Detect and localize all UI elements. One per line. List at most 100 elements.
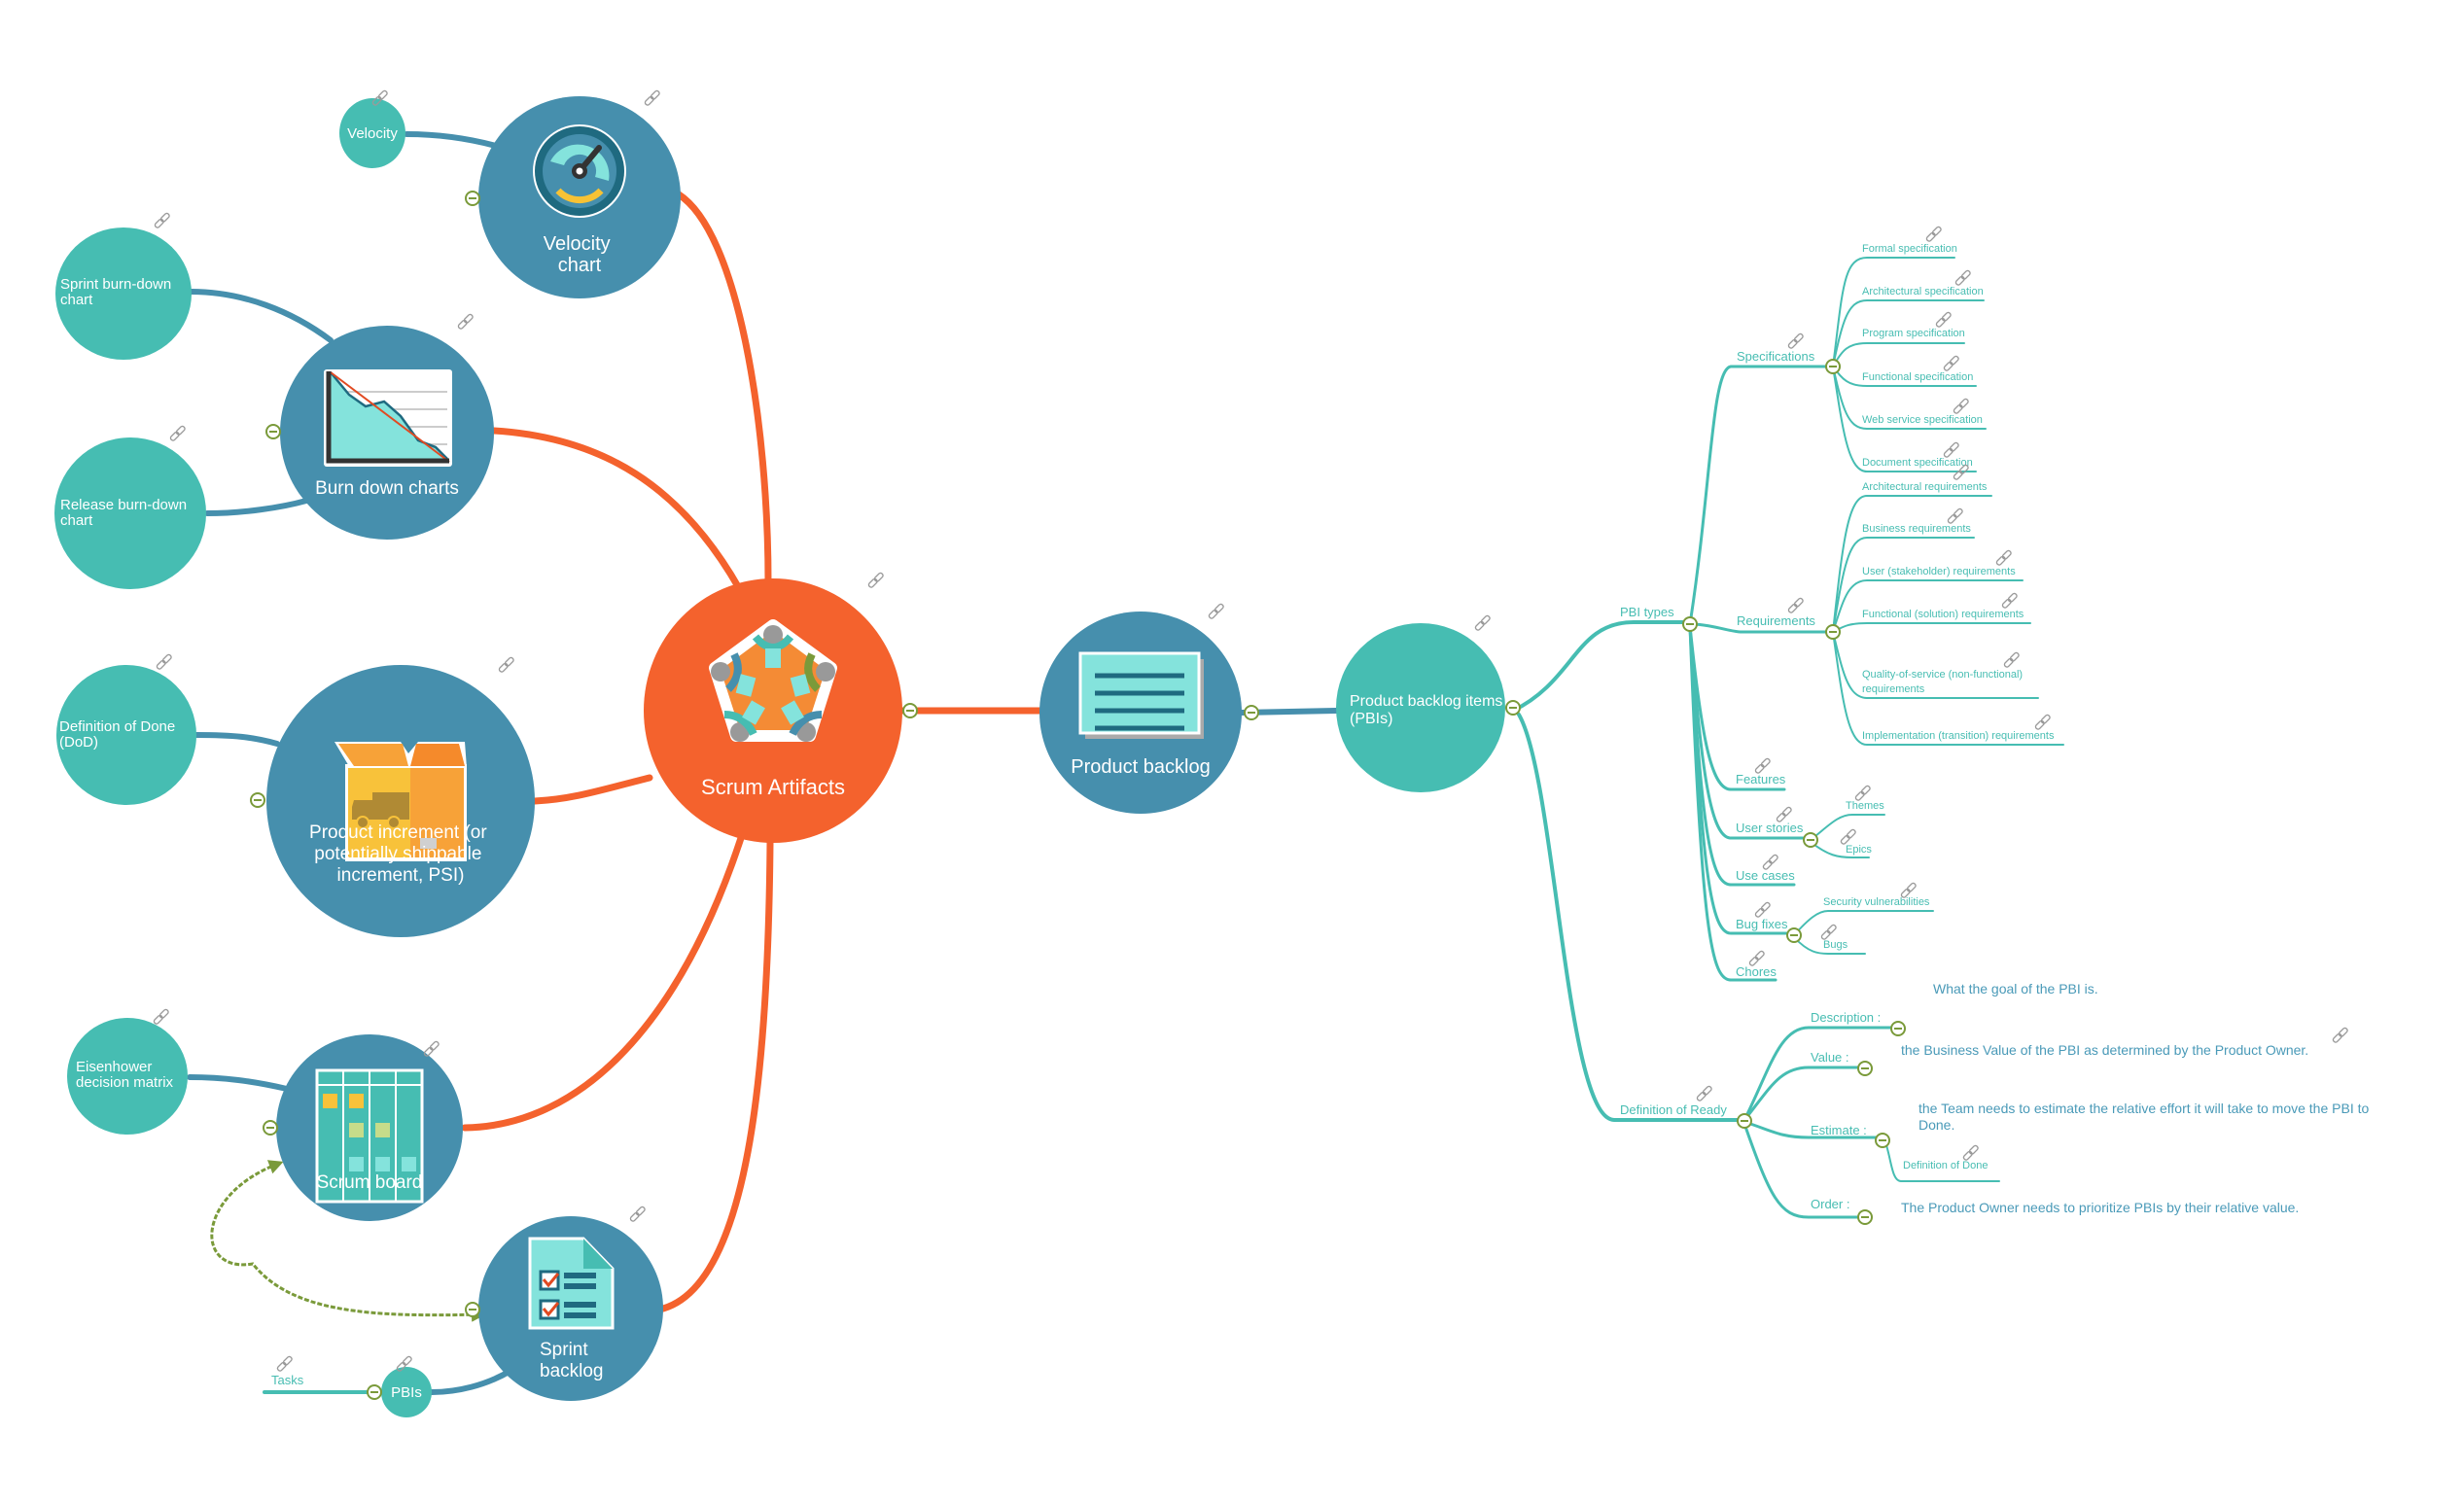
node-product-increment[interactable]: Product increment (or potentially shippa…: [266, 656, 535, 938]
epic-item[interactable]: Epics: [1846, 844, 1872, 856]
collapse-toggle-estimate[interactable]: [1875, 1133, 1890, 1148]
link-icon[interactable]: [644, 89, 660, 106]
link-icon[interactable]: [1900, 882, 1917, 898]
topic-requirements[interactable]: Requirements: [1737, 597, 1815, 629]
link-icon[interactable]: [2003, 651, 2020, 668]
link-icon[interactable]: [156, 653, 172, 670]
req-item[interactable]: User (stakeholder) requirements: [1862, 566, 2016, 577]
link-icon[interactable]: [2034, 714, 2051, 730]
link-icon[interactable]: [1947, 507, 1963, 524]
collapse-toggle-product-increment[interactable]: [250, 792, 265, 808]
node-definition-of-done[interactable]: Definition of Done (DoD): [56, 653, 196, 806]
spec-item[interactable]: Program specification: [1862, 328, 1965, 339]
link-icon[interactable]: [1208, 603, 1224, 619]
collapse-toggle-order[interactable]: [1857, 1209, 1873, 1225]
collapse-toggle-sprint-backlog[interactable]: [465, 1302, 480, 1317]
link-icon[interactable]: [1995, 549, 2012, 566]
dor-order[interactable]: Order : The Product Owner needs to prior…: [1811, 1197, 2299, 1225]
collapse-toggle-scrum-board[interactable]: [263, 1120, 278, 1136]
collapse-toggle-burn-down[interactable]: [265, 424, 281, 439]
collapse-toggle-value[interactable]: [1857, 1061, 1873, 1076]
link-icon[interactable]: [1925, 226, 1942, 242]
link-icon[interactable]: [2332, 1027, 2348, 1043]
link-icon[interactable]: [1953, 398, 1969, 414]
link-icon[interactable]: [1943, 441, 1959, 458]
req-item[interactable]: Architectural requirements: [1862, 481, 1988, 493]
theme-item[interactable]: Themes: [1846, 800, 1884, 812]
req-item[interactable]: Quality-of-service (non-functional): [1862, 669, 2023, 681]
link-icon[interactable]: [457, 313, 474, 330]
link-icon[interactable]: [2001, 592, 2018, 609]
node-sprint-backlog[interactable]: Sprint backlog: [478, 1206, 663, 1402]
req-item[interactable]: Business requirements: [1862, 523, 1971, 535]
collapse-toggle-pbi[interactable]: [1505, 700, 1521, 716]
security-item[interactable]: Security vulnerabilities: [1823, 896, 1930, 908]
spec-item[interactable]: Functional specification: [1862, 371, 1973, 383]
spec-item[interactable]: Formal specification: [1862, 243, 1957, 255]
link-icon[interactable]: [1840, 828, 1856, 845]
collapse-toggle-user-stories[interactable]: [1803, 832, 1818, 848]
link-icon[interactable]: [1474, 614, 1491, 631]
link-icon[interactable]: [1754, 901, 1771, 918]
topic-definition-of-ready[interactable]: Definition of Ready: [1620, 1085, 1727, 1118]
spec-item[interactable]: Architectural specification: [1862, 286, 1984, 297]
spec-item[interactable]: Document specification: [1862, 457, 1973, 469]
topic-chores[interactable]: Chores: [1736, 950, 1777, 980]
root-node-scrum-artifacts[interactable]: Scrum Artifacts: [644, 572, 902, 844]
link-icon[interactable]: [154, 212, 170, 228]
node-release-burndown[interactable]: Release burn-down chart: [54, 425, 206, 590]
node-product-backlog[interactable]: Product backlog: [1039, 603, 1242, 815]
topic-use-cases[interactable]: Use cases: [1736, 854, 1795, 884]
bugs-item[interactable]: Bugs: [1823, 939, 1848, 951]
node-sprint-burndown[interactable]: Sprint burn-down chart: [55, 212, 192, 361]
topic-specifications[interactable]: Specifications: [1737, 332, 1815, 365]
collapse-toggle-definition-of-ready[interactable]: [1737, 1113, 1752, 1129]
node-pbis[interactable]: PBIs: [381, 1355, 432, 1418]
collapse-toggle-pbis[interactable]: [367, 1384, 382, 1400]
link-icon[interactable]: [276, 1355, 293, 1372]
node-velocity-chart[interactable]: Velocity chart: [478, 89, 681, 299]
link-icon[interactable]: [423, 1040, 440, 1057]
collapse-toggle-description[interactable]: [1890, 1021, 1906, 1036]
link-icon[interactable]: [629, 1206, 646, 1222]
spec-item[interactable]: Web service specification: [1862, 414, 1983, 426]
link-icon[interactable]: [1962, 1144, 1979, 1161]
collapse-toggle-velocity-chart[interactable]: [465, 191, 480, 206]
link-icon[interactable]: [1754, 757, 1771, 774]
link-icon[interactable]: [1776, 806, 1792, 822]
topic-pbi-types[interactable]: PBI types: [1620, 605, 1674, 619]
link-icon[interactable]: [1854, 785, 1871, 801]
definition-of-done-sub[interactable]: Definition of Done: [1903, 1160, 1988, 1171]
node-eisenhower[interactable]: Eisenhower decision matrix: [67, 1008, 188, 1136]
req-item[interactable]: Implementation (transition) requirements: [1862, 730, 2055, 742]
node-pbi[interactable]: Product backlog items (PBIs): [1336, 614, 1507, 793]
link-icon[interactable]: [1787, 597, 1804, 613]
collapse-toggle-product-backlog[interactable]: [1244, 705, 1259, 720]
link-icon[interactable]: [867, 572, 884, 588]
node-burn-down-charts[interactable]: Burn down charts: [280, 313, 494, 541]
link-icon[interactable]: [1935, 311, 1952, 328]
collapse-toggle-root-right[interactable]: [902, 703, 918, 718]
topic-user-stories[interactable]: User stories: [1736, 806, 1804, 836]
dor-estimate[interactable]: Estimate : the Team needs to estimate th…: [1811, 1101, 2373, 1171]
node-velocity[interactable]: Velocity: [339, 89, 405, 169]
link-icon[interactable]: [153, 1008, 169, 1025]
topic-tasks[interactable]: Tasks: [271, 1355, 304, 1388]
link-icon[interactable]: [169, 425, 186, 441]
link-icon[interactable]: [1762, 854, 1778, 870]
link-icon[interactable]: [1954, 269, 1971, 286]
node-scrum-board[interactable]: Scrum board: [276, 1034, 463, 1221]
link-icon[interactable]: [1943, 355, 1959, 371]
link-icon[interactable]: [1820, 924, 1837, 940]
collapse-toggle-specifications[interactable]: [1825, 359, 1841, 374]
link-icon[interactable]: [1787, 332, 1804, 349]
collapse-toggle-bug-fixes[interactable]: [1786, 927, 1802, 943]
dor-value[interactable]: Value : the Business Value of the PBI as…: [1811, 1027, 2348, 1076]
link-icon[interactable]: [1748, 950, 1765, 966]
collapse-toggle-requirements[interactable]: [1825, 624, 1841, 640]
link-icon[interactable]: [1696, 1085, 1712, 1101]
link-icon[interactable]: [498, 656, 514, 673]
req-item[interactable]: Functional (solution) requirements: [1862, 609, 2024, 620]
topic-features[interactable]: Features: [1736, 757, 1786, 787]
topic-bug-fixes[interactable]: Bug fixes: [1736, 901, 1788, 932]
